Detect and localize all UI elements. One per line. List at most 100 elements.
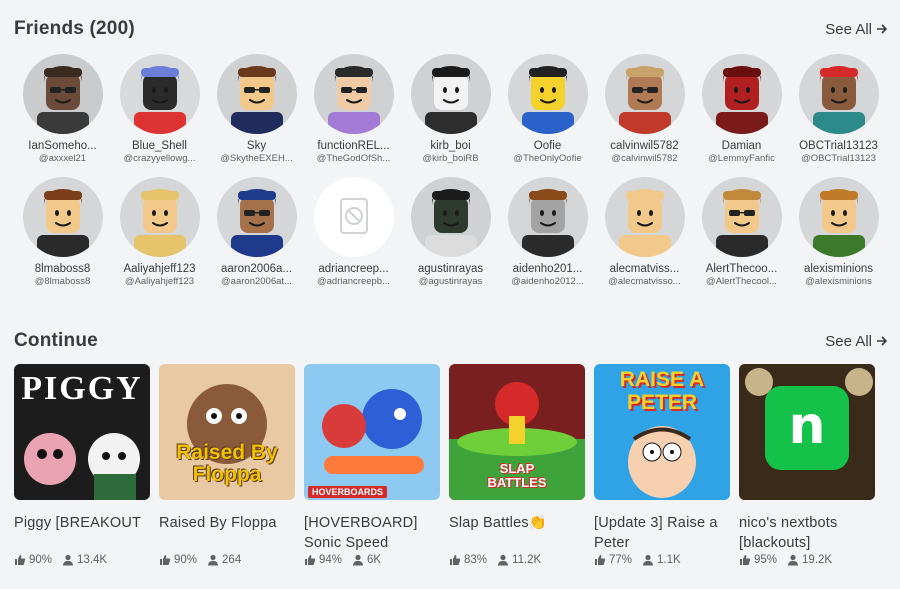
friend-card[interactable]: OBCTrial13123 @OBCTrial13123: [790, 54, 887, 164]
game-thumbnail[interactable]: HOVERBOARDS: [304, 364, 440, 500]
player-count: 1.1K: [642, 554, 681, 566]
friend-display-name: kirb_boi: [430, 140, 471, 152]
game-tile[interactable]: PIGGY Piggy [BREAKOUT 90% 13.4K: [14, 364, 150, 566]
game-thumbnail[interactable]: n: [739, 364, 875, 500]
avatar-figure-icon: [230, 66, 283, 134]
game-stats: 90% 264: [159, 554, 295, 566]
friend-avatar[interactable]: [798, 54, 879, 134]
friend-avatar[interactable]: [216, 54, 297, 134]
friend-card[interactable]: kirb_boi @kirb_boiRB: [402, 54, 499, 164]
continue-games-row: PIGGY Piggy [BREAKOUT 90% 13.4K Raised By Fl…: [14, 364, 875, 566]
friends-see-all-link[interactable]: See All: [825, 21, 888, 38]
friend-display-name: aidenho201...: [512, 263, 583, 275]
game-tile[interactable]: SLAP BATTLES Slap Battles👏 83% 11.2K: [449, 364, 585, 566]
player-count: 11.2K: [497, 554, 541, 566]
friend-avatar[interactable]: [313, 54, 394, 134]
avatar-figure-icon: [618, 66, 671, 134]
thumbs-up-icon: [305, 555, 316, 565]
friend-display-name: Damian: [721, 140, 762, 152]
sonic-art-icon: [322, 389, 424, 474]
friend-card[interactable]: Damian @LemmyFanfic: [693, 54, 790, 164]
game-title[interactable]: Slap Battles👏: [449, 513, 585, 553]
friend-card[interactable]: IanSomeho... @axxxel21: [14, 54, 111, 164]
friend-avatar[interactable]: [507, 54, 588, 134]
friend-avatar[interactable]: [119, 54, 200, 134]
thumb-logo-text: SLAP BATTLES: [487, 461, 547, 490]
friend-avatar[interactable]: [701, 177, 782, 257]
friend-username: @SkytheEXEH...: [220, 153, 293, 164]
player-count: 6K: [352, 554, 381, 566]
game-thumbnail[interactable]: RAISE A PETER: [594, 364, 730, 500]
friend-display-name: alecmatviss...: [609, 263, 680, 275]
thumb-logo-text: Raised By Floppa: [176, 441, 278, 486]
friend-card[interactable]: adriancreep... @adriancreepb...: [305, 177, 402, 287]
friend-avatar[interactable]: [410, 177, 491, 257]
peter-art-icon: [628, 426, 696, 498]
friend-card[interactable]: Oofie @TheOnlyOofie: [499, 54, 596, 164]
friend-display-name: 8lmaboss8: [34, 263, 91, 275]
avatar-figure-icon: [424, 189, 477, 257]
friend-username: @8lmaboss8: [34, 276, 91, 287]
friend-username: @OBCTrial13123: [801, 153, 876, 164]
friend-avatar[interactable]: [604, 177, 685, 257]
see-all-label: See All: [825, 332, 872, 350]
friend-avatar[interactable]: [216, 177, 297, 257]
friend-username: @AlertThecool...: [706, 276, 777, 287]
like-ratio: 83%: [449, 554, 487, 566]
friend-display-name: calvinwil5782: [610, 140, 679, 152]
game-thumbnail[interactable]: SLAP BATTLES: [449, 364, 585, 500]
friends-header: Friends (200) See All: [14, 18, 888, 40]
friend-username: @Aaliyahjeff123: [124, 276, 195, 287]
friend-card[interactable]: aidenho201... @aidenho2012...: [499, 177, 596, 287]
game-tile[interactable]: HOVERBOARDS [HOVERBOARD] Sonic Speed 94% 6K: [304, 364, 440, 566]
friend-avatar[interactable]: [119, 177, 200, 257]
friend-card[interactable]: alecmatviss... @alecmatvisso...: [596, 177, 693, 287]
continue-see-all-link[interactable]: See All: [825, 333, 888, 350]
friends-title: Friends (200): [14, 18, 135, 39]
game-title[interactable]: [Update 3] Raise a Peter: [594, 513, 730, 553]
game-tile[interactable]: n nico's nextbots [blackouts] 95% 19.2K: [739, 364, 875, 566]
game-title[interactable]: Piggy [BREAKOUT: [14, 513, 150, 553]
friend-card[interactable]: agustinrayas @agustinrayas: [402, 177, 499, 287]
thumbs-up-icon: [160, 555, 171, 565]
friend-card[interactable]: Sky @SkytheEXEH...: [208, 54, 305, 164]
friend-avatar[interactable]: [22, 54, 103, 134]
game-thumbnail[interactable]: PIGGY: [14, 364, 150, 500]
person-icon: [788, 554, 799, 566]
friend-avatar[interactable]: [313, 177, 394, 257]
friend-card[interactable]: aaron2006a... @aaron2006at...: [208, 177, 305, 287]
arrow-right-icon: [877, 336, 888, 346]
player-count-value: 11.2K: [512, 554, 542, 566]
friend-card[interactable]: functionREL... @TheGodOfSh...: [305, 54, 402, 164]
friend-card[interactable]: AlertThecoo... @AlertThecool...: [693, 177, 790, 287]
game-tile[interactable]: Raised By Floppa Raised By Floppa 90% 264: [159, 364, 295, 566]
game-tile[interactable]: RAISE A PETER [Update 3] Raise a Peter 77%…: [594, 364, 730, 566]
friend-card[interactable]: 8lmaboss8 @8lmaboss8: [14, 177, 111, 287]
friend-username: @adriancreepb...: [316, 276, 391, 287]
friend-avatar[interactable]: [410, 54, 491, 134]
avatar-figure-icon: [812, 66, 865, 134]
game-stats: 95% 19.2K: [739, 554, 875, 566]
friend-card[interactable]: calvinwil5782 @calvinwil5782: [596, 54, 693, 164]
friend-display-name: adriancreep...: [318, 263, 389, 275]
friend-avatar[interactable]: [604, 54, 685, 134]
friend-card[interactable]: Blue_Shell @crazyyellowg...: [111, 54, 208, 164]
friend-avatar[interactable]: [507, 177, 588, 257]
thumbs-up-icon: [15, 555, 26, 565]
like-ratio: 94%: [304, 554, 342, 566]
avatar-figure-icon: [327, 66, 380, 134]
friend-avatar[interactable]: [701, 54, 782, 134]
game-title[interactable]: nico's nextbots [blackouts]: [739, 513, 875, 553]
like-ratio: 90%: [14, 554, 52, 566]
friend-avatar[interactable]: [798, 177, 879, 257]
game-thumbnail[interactable]: Raised By Floppa: [159, 364, 295, 500]
game-title[interactable]: Raised By Floppa: [159, 513, 295, 553]
avatar-figure-icon: [230, 189, 283, 257]
friend-username: @aaron2006at...: [221, 276, 292, 287]
friend-card[interactable]: Aaliyahjeff123 @Aaliyahjeff123: [111, 177, 208, 287]
game-title[interactable]: [HOVERBOARD] Sonic Speed: [304, 513, 440, 553]
player-count-value: 19.2K: [802, 554, 833, 566]
friend-card[interactable]: alexisminions @alexisminions: [790, 177, 887, 287]
friend-avatar[interactable]: [22, 177, 103, 257]
friends-grid: IanSomeho... @axxxel21 Blue_Shell @crazyyel…: [14, 54, 894, 287]
